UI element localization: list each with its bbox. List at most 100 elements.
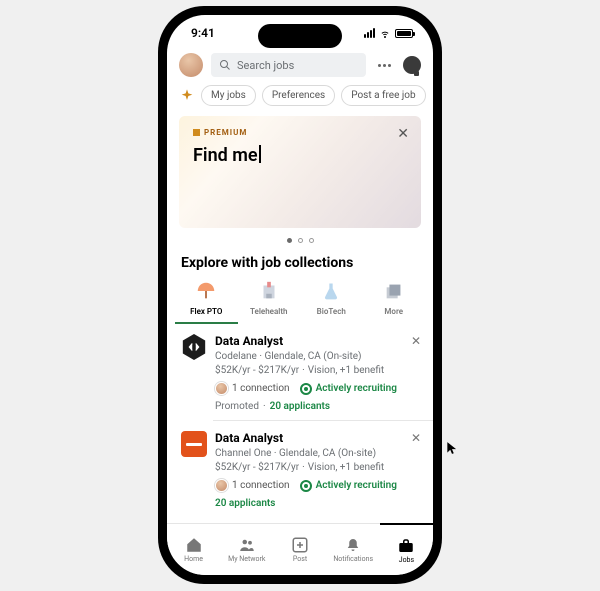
tab-label: Flex PTO: [190, 307, 222, 316]
job-title: Data Analyst: [215, 334, 419, 348]
nav-label: Notifications: [333, 555, 373, 563]
nav-notifications[interactable]: Notifications: [327, 524, 380, 575]
company-logo-channel-one: [181, 431, 207, 457]
premium-badge-text: PREMIUM: [204, 128, 247, 137]
status-time: 9:41: [191, 26, 215, 40]
carousel-dot-1[interactable]: [287, 238, 292, 243]
tab-label: Telehealth: [250, 307, 288, 316]
tab-biotech[interactable]: BioTech: [300, 279, 363, 324]
job-benefit: Vision, +1 benefit: [308, 462, 384, 473]
job-badges: 1 connection Actively recruiting: [215, 479, 419, 492]
carousel-dot-3[interactable]: [309, 238, 314, 243]
mouse-cursor-icon: [445, 441, 459, 455]
phone-frame: 9:41 Search jobs My jobs Preferences Pos…: [158, 6, 442, 584]
tab-label: BioTech: [317, 307, 346, 316]
job-applicants: 20 applicants: [215, 498, 275, 509]
job-salary-line: $52K/yr - $217K/yr Vision, +1 benefit: [215, 365, 419, 376]
premium-banner[interactable]: PREMIUM ✕ Find me: [179, 116, 421, 228]
job-salary-line: $52K/yr - $217K/yr Vision, +1 benefit: [215, 462, 419, 473]
job-salary: $52K/yr - $217K/yr: [215, 462, 299, 473]
target-icon: [300, 480, 312, 492]
banner-close-button[interactable]: ✕: [397, 126, 409, 142]
job-footer: 20 applicants: [215, 498, 419, 509]
job-title: Data Analyst: [215, 431, 419, 445]
status-right: [364, 27, 413, 39]
nav-label: Jobs: [399, 556, 414, 564]
explore-heading: Explore with job collections: [167, 251, 433, 279]
job-connection: 1 connection: [232, 383, 290, 394]
search-placeholder: Search jobs: [237, 59, 294, 72]
company-logo-codelane: [181, 334, 207, 360]
briefcase-icon: [397, 537, 415, 555]
wifi-icon: [379, 27, 391, 39]
nav-jobs[interactable]: Jobs: [380, 523, 433, 575]
job-company: Channel One: [215, 448, 271, 459]
job-body: Data Analyst Channel One · Glendale, CA …: [215, 431, 419, 509]
job-status: Actively recruiting: [316, 383, 397, 394]
banner-typed-text: Find me: [193, 145, 258, 166]
dismiss-job-button[interactable]: ✕: [411, 334, 421, 348]
job-benefit: Vision, +1 benefit: [308, 365, 384, 376]
job-location: Glendale, CA (On-site): [279, 448, 376, 459]
tab-label: More: [384, 307, 403, 316]
premium-square-icon: [193, 129, 200, 136]
chip-my-jobs[interactable]: My jobs: [201, 85, 256, 106]
cellular-icon: [364, 28, 375, 38]
job-promoted: Promoted: [215, 401, 259, 412]
nav-label: My Network: [228, 555, 265, 563]
text-cursor-icon: [259, 145, 261, 163]
nav-label: Post: [293, 555, 307, 563]
job-company: Codelane: [215, 351, 257, 362]
flask-icon: [319, 279, 343, 303]
umbrella-icon: [194, 279, 218, 303]
premium-badge: PREMIUM: [193, 128, 407, 137]
top-bar: Search jobs: [167, 51, 433, 85]
job-company-line: Channel One · Glendale, CA (On-site): [215, 448, 419, 459]
battery-icon: [395, 29, 413, 38]
search-icon: [219, 59, 231, 71]
job-salary: $52K/yr - $217K/yr: [215, 365, 299, 376]
connection-avatar-icon: [215, 382, 228, 395]
messaging-button[interactable]: [403, 56, 421, 74]
home-icon: [185, 536, 203, 554]
nav-home[interactable]: Home: [167, 524, 220, 575]
nav-label: Home: [184, 555, 203, 563]
target-icon: [300, 383, 312, 395]
dynamic-island: [258, 24, 342, 48]
job-applicants: 20 applicants: [270, 401, 330, 412]
tab-flex-pto[interactable]: Flex PTO: [175, 279, 238, 324]
chip-post-free-job[interactable]: Post a free job: [341, 85, 425, 106]
job-card[interactable]: Data Analyst Channel One · Glendale, CA …: [167, 421, 433, 517]
job-company-line: Codelane · Glendale, CA (On-site): [215, 351, 419, 362]
job-chips-row: My jobs Preferences Post a free job: [167, 85, 433, 116]
tab-telehealth[interactable]: Telehealth: [238, 279, 301, 324]
search-input[interactable]: Search jobs: [211, 53, 366, 77]
chip-preferences[interactable]: Preferences: [262, 85, 335, 106]
category-tabs: Flex PTO Telehealth BioTech More: [167, 279, 433, 324]
carousel-dots[interactable]: [167, 228, 433, 251]
profile-avatar[interactable]: [179, 53, 203, 77]
job-footer: Promoted · 20 applicants: [215, 401, 419, 412]
bottom-nav: Home My Network Post Notifications Jobs: [167, 523, 433, 575]
job-location: Glendale, CA (On-site): [264, 351, 361, 362]
overflow-menu-button[interactable]: [374, 64, 395, 67]
connection-avatar-icon: [215, 479, 228, 492]
job-connection: 1 connection: [232, 480, 290, 491]
bell-icon: [344, 536, 362, 554]
stack-icon: [382, 279, 406, 303]
screen: 9:41 Search jobs My jobs Preferences Pos…: [167, 15, 433, 575]
people-icon: [238, 536, 256, 554]
hospital-icon: [257, 279, 281, 303]
nav-my-network[interactable]: My Network: [220, 524, 273, 575]
ai-sparkle-icon[interactable]: [179, 88, 195, 104]
tab-more[interactable]: More: [363, 279, 426, 324]
job-status: Actively recruiting: [316, 480, 397, 491]
job-body: Data Analyst Codelane · Glendale, CA (On…: [215, 334, 419, 412]
plus-square-icon: [291, 536, 309, 554]
job-list: Data Analyst Codelane · Glendale, CA (On…: [167, 324, 433, 523]
dismiss-job-button[interactable]: ✕: [411, 431, 421, 445]
carousel-dot-2[interactable]: [298, 238, 303, 243]
nav-post[interactable]: Post: [273, 524, 326, 575]
job-badges: 1 connection Actively recruiting: [215, 382, 419, 395]
job-card[interactable]: Data Analyst Codelane · Glendale, CA (On…: [167, 324, 433, 420]
